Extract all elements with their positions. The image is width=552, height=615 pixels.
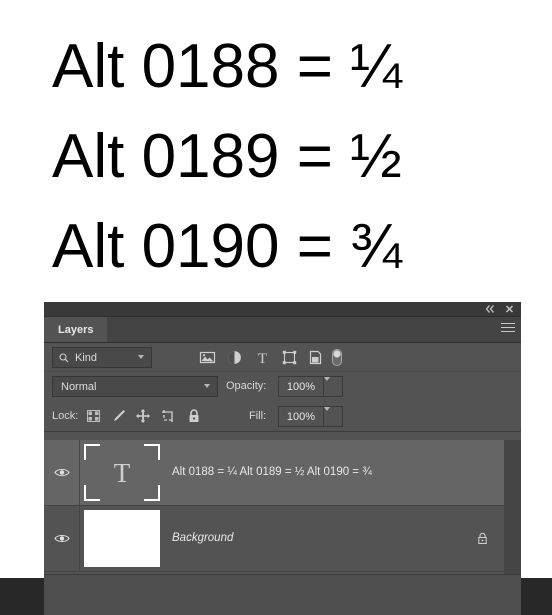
layers-panel: Layers Kind T Normal Opacity: 100% Lock:… xyxy=(44,302,521,615)
tab-layers[interactable]: Layers xyxy=(44,317,108,342)
opacity-input[interactable]: 100% xyxy=(278,376,324,397)
close-icon[interactable] xyxy=(503,303,516,315)
panel-scrollbar-thumb[interactable] xyxy=(506,440,519,574)
document-text-line-1: Alt 0188 = ¼ xyxy=(52,32,402,101)
fill-stepper[interactable] xyxy=(324,406,343,427)
layer-locked-icon xyxy=(477,532,488,545)
layer-list: T Alt 0188 = ¼ Alt 0189 = ½ Alt 0190 = ¾ xyxy=(44,440,504,574)
layer-thumbnail-type[interactable]: T xyxy=(84,444,160,501)
panel-scrollbar-track[interactable] xyxy=(504,440,521,574)
double-chevron-left-icon[interactable] xyxy=(484,303,497,315)
thumbnail-corner-marker xyxy=(84,444,100,460)
lock-label: Lock: xyxy=(52,410,79,422)
lock-image-pixels-icon[interactable] xyxy=(111,408,127,424)
opacity-stepper[interactable] xyxy=(324,376,343,397)
eye-icon[interactable] xyxy=(54,533,70,544)
lock-artboard-nesting-icon[interactable] xyxy=(160,408,176,424)
panel-titlebar xyxy=(44,302,521,317)
shape-layer-filter-icon[interactable] xyxy=(281,349,298,366)
blend-mode-dropdown[interactable]: Normal xyxy=(52,376,218,397)
chevron-down-icon xyxy=(204,384,211,388)
hamburger-menu-icon[interactable] xyxy=(501,323,515,335)
fill-input[interactable]: 100% xyxy=(278,406,324,427)
layer-thumbnail-background[interactable] xyxy=(84,510,160,567)
document-text-line-3: Alt 0190 = ¾ xyxy=(52,212,402,281)
type-layer-thumbnail-glyph: T xyxy=(113,458,131,488)
fill-label: Fill: xyxy=(249,410,267,422)
layer-name-text[interactable]: Background xyxy=(172,506,233,571)
thumbnail-corner-marker xyxy=(144,485,160,501)
table-row[interactable]: T Alt 0188 = ¼ Alt 0189 = ½ Alt 0190 = ¾ xyxy=(44,440,504,506)
filter-toggle-switch[interactable] xyxy=(331,348,343,367)
svg-text:T: T xyxy=(258,351,267,366)
filter-kind-value: Kind xyxy=(75,352,98,364)
chevron-down-icon xyxy=(138,355,145,359)
filter-kind-dropdown[interactable]: Kind xyxy=(52,347,152,368)
eye-icon[interactable] xyxy=(54,467,70,478)
lock-position-icon[interactable] xyxy=(135,408,151,424)
panel-bottom-toolbar xyxy=(44,574,521,615)
pixel-layer-filter-icon[interactable] xyxy=(199,349,216,366)
type-layer-filter-icon[interactable]: T xyxy=(254,349,271,366)
adjustment-layer-filter-icon[interactable] xyxy=(226,349,243,366)
workspace-background-right xyxy=(520,578,552,615)
layer-name-text[interactable]: Alt 0188 = ¼ Alt 0189 = ½ Alt 0190 = ¾ xyxy=(172,440,372,505)
panel-tabstrip: Layers xyxy=(44,317,521,343)
thumbnail-corner-marker xyxy=(84,485,100,501)
lock-row: Lock: Fill: 100% xyxy=(44,401,521,432)
layer-visibility-cell xyxy=(44,506,80,571)
blend-mode-row: Normal Opacity: 100% xyxy=(44,372,521,401)
thumbnail-corner-marker xyxy=(144,444,160,460)
lock-transparent-pixels-icon[interactable] xyxy=(86,408,102,424)
document-text-block: Alt 0188 = ¼ Alt 0189 = ½ Alt 0190 = ¾ xyxy=(52,22,512,292)
search-icon xyxy=(59,353,69,363)
smart-object-filter-icon[interactable] xyxy=(307,349,324,366)
layer-filter-row: Kind T xyxy=(44,343,521,372)
table-row[interactable]: Background xyxy=(44,506,504,572)
layer-visibility-cell xyxy=(44,440,80,505)
opacity-label: Opacity: xyxy=(226,380,267,392)
blend-mode-value: Normal xyxy=(61,381,97,393)
lock-all-icon[interactable] xyxy=(186,408,202,424)
document-text-line-2: Alt 0189 = ½ xyxy=(52,122,402,191)
